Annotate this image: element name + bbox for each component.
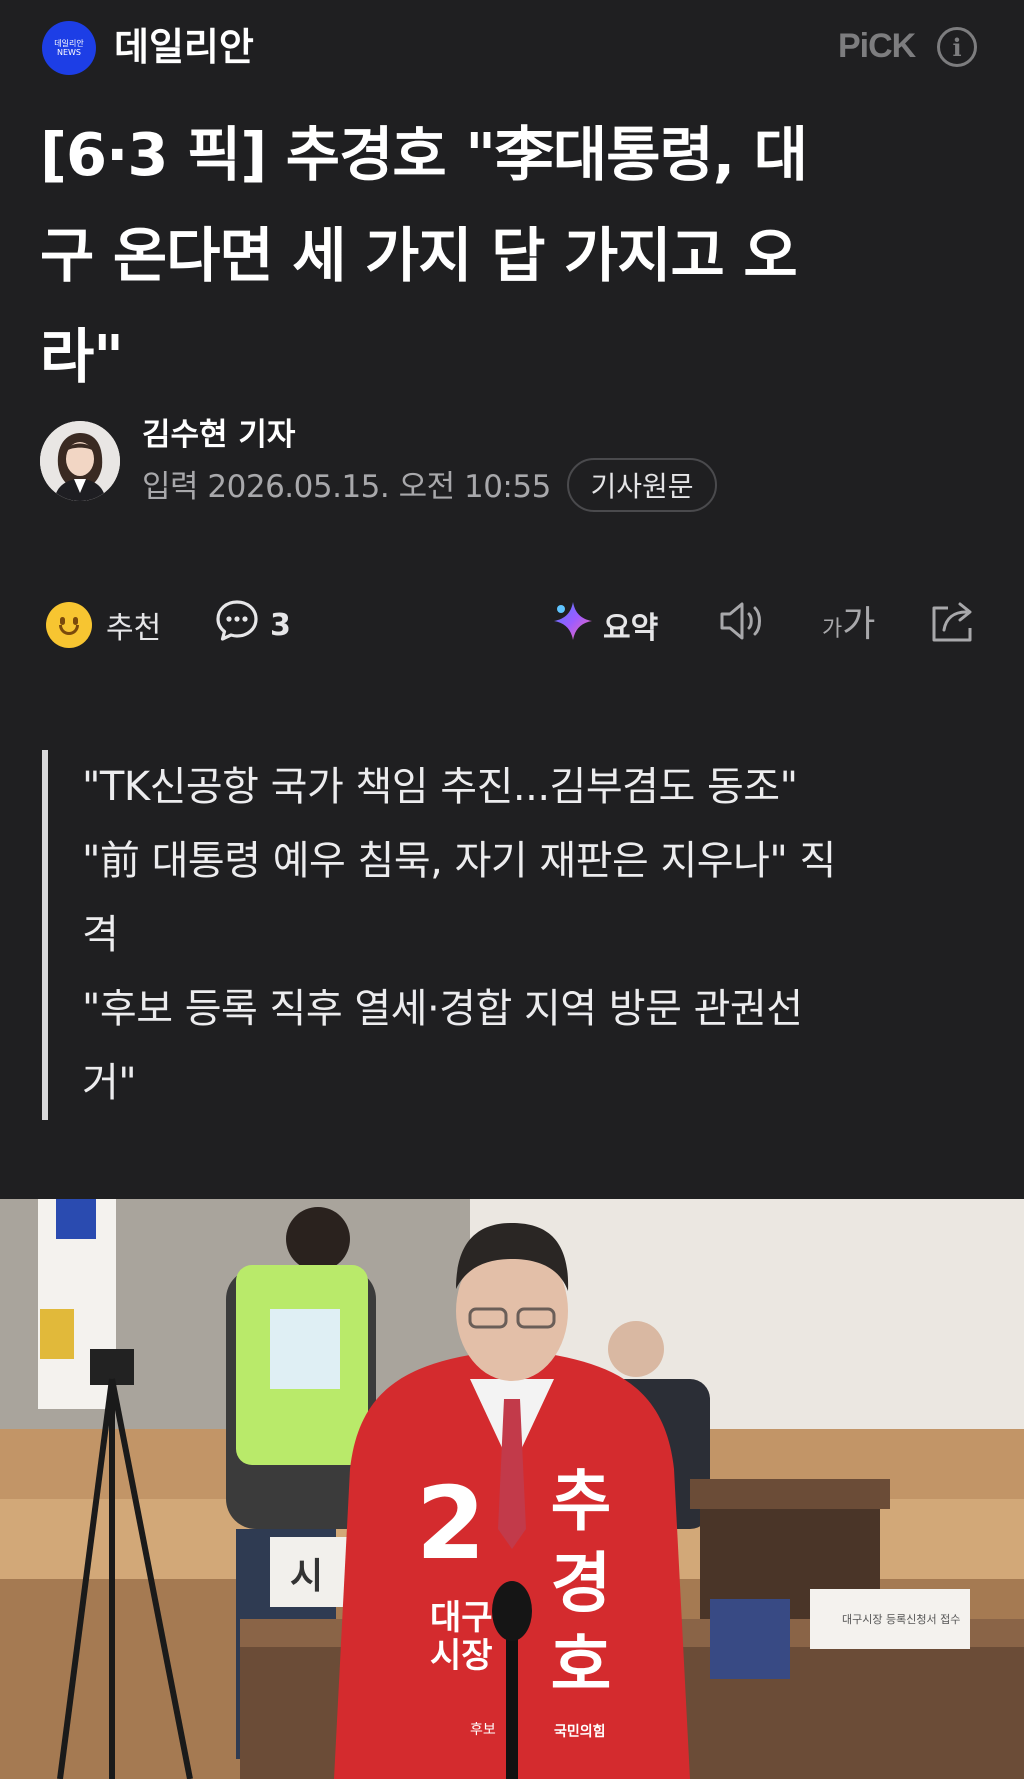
logo-subtext: NEWS — [56, 48, 82, 57]
font-size-large-label: 가 — [842, 604, 876, 645]
article-subtitle: "TK신공항 국가 책임 추진...김부겸도 동조" "前 대통령 예우 침묵,… — [42, 750, 942, 1120]
comment-button[interactable]: 3 — [214, 590, 291, 660]
press-name[interactable]: 데일리안 — [114, 22, 254, 72]
ai-summary-icon — [551, 599, 595, 651]
headline-line: 구 온다면 세 가지 답 가지고 오 — [40, 221, 798, 290]
subtitle-line: "TK신공항 국가 책임 추진...김부겸도 동조" — [82, 764, 798, 810]
summary-button[interactable]: 요약 — [551, 590, 658, 660]
article-toolbar: 추천 3 요약 가 가 — [0, 590, 1024, 660]
vest-number: 2 — [416, 1465, 486, 1582]
smile-icon — [46, 602, 92, 648]
reporter-name[interactable]: 김수현 기자 — [142, 414, 295, 456]
speaker-icon — [718, 598, 770, 652]
vest-name: 추 경 호 — [546, 1461, 616, 1707]
original-article-button[interactable]: 기사원문 — [567, 458, 717, 512]
vest-name-char: 경 — [550, 1545, 612, 1622]
article-headline: [6·3 픽] 추경호 "李대통령, 대 구 온다면 세 가지 답 가지고 오 … — [40, 104, 990, 407]
comment-count: 3 — [270, 607, 291, 643]
vest-text-line: 시장 — [430, 1636, 493, 1676]
headline-line: [6·3 픽] 추경호 "李대통령, 대 — [40, 120, 808, 189]
top-bar: 데일리안 NEWS 데일리안 PiCK i — [0, 0, 1024, 96]
party-label: 국민의힘 — [554, 1724, 606, 1740]
subtitle-line: 거" — [82, 1060, 137, 1106]
publish-date: 입력 2026.05.15. 오전 10:55 — [142, 469, 551, 505]
desk-paper-text: 대구시장 등록신청서 접수 — [842, 1613, 961, 1626]
font-size-small-label: 가 — [822, 617, 843, 642]
share-button[interactable] — [928, 590, 978, 660]
pick-label: PiCK — [838, 27, 916, 65]
speaker-button[interactable] — [718, 590, 770, 660]
recommend-label: 추천 — [106, 611, 162, 646]
logo-text: 데일리안 — [54, 39, 84, 48]
desk-sign: 시 — [290, 1556, 324, 1597]
subtitle-line: "前 대통령 예우 침묵, 자기 재판은 지우나" 직 — [82, 838, 836, 884]
subtitle-line: 격 — [82, 912, 119, 958]
vest-text-left: 대구 시장 — [430, 1599, 493, 1675]
recommend-button[interactable]: 추천 — [46, 590, 161, 660]
press-logo[interactable]: 데일리안 NEWS — [42, 21, 96, 75]
headline-line: 라" — [40, 322, 124, 391]
font-size-button[interactable]: 가 가 — [822, 590, 875, 660]
share-icon — [928, 598, 978, 652]
font-size-icon: 가 가 — [822, 605, 875, 645]
vest-text-line: 대구 — [430, 1598, 493, 1638]
reporter-avatar[interactable] — [40, 421, 120, 501]
vest-small-text: 후보 — [470, 1722, 496, 1738]
vest-name-char: 호 — [550, 1627, 612, 1704]
subtitle-line: "후보 등록 직후 열세·경합 지역 방문 관권선 — [82, 986, 803, 1032]
article-photo[interactable]: 2 추 경 호 대구 시장 후보 국민의힘 시 대구시장 등록신청서 접수 — [0, 1199, 1024, 1779]
vest-name-char: 추 — [550, 1463, 612, 1540]
comment-icon — [214, 598, 260, 652]
summary-label: 요약 — [603, 611, 659, 646]
info-circle-icon[interactable]: i — [937, 27, 977, 67]
